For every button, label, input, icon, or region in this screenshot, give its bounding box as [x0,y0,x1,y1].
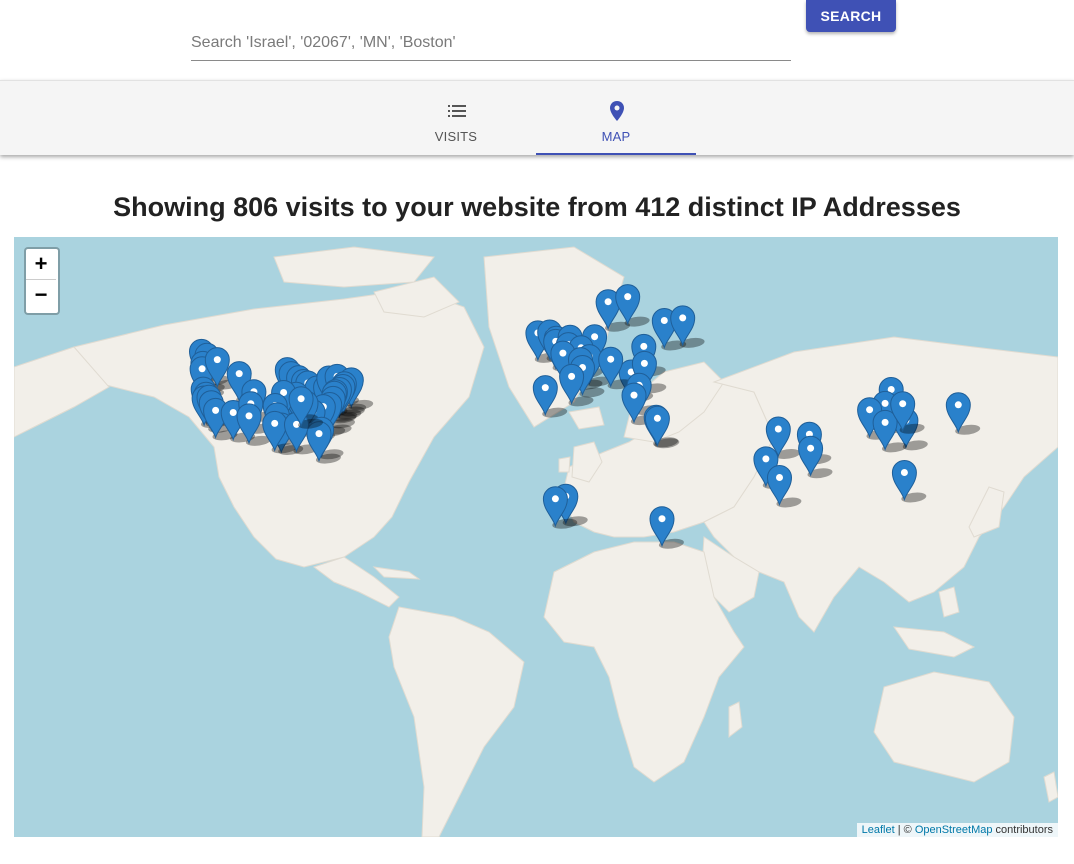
marker-dot [630,391,638,399]
leaflet-link[interactable]: Leaflet [862,824,895,836]
attribution-suffix: contributors [992,824,1053,836]
marker-dot [212,406,220,414]
marker-dot [604,298,612,306]
tab-visits-label: VISITS [434,129,478,144]
tab-bar: VISITS MAP [0,80,1074,155]
map-tiles [14,246,1058,837]
marker-dot [807,444,815,452]
world-map[interactable]: + − Leaflet | © OpenStreetMap contributo… [14,237,1058,837]
marker-dot [198,365,206,373]
zoom-out-button[interactable]: − [26,280,56,310]
marker-dot [881,399,889,407]
marker-dot [541,384,549,392]
marker-dot [607,355,615,363]
marker-dot [762,455,770,463]
marker-dot [679,314,687,322]
osm-link[interactable]: OpenStreetMap [915,824,993,836]
search-input[interactable] [191,32,787,54]
tab-visits[interactable]: VISITS [376,81,536,155]
marker-dot [229,409,237,416]
search-field [191,20,791,61]
marker-dot [315,430,323,438]
zoom-control: + − [24,247,60,315]
marker-dot [640,342,648,350]
marker-dot [774,425,782,433]
marker-dot [297,395,305,403]
list-icon [448,101,466,121]
marker-dot [776,474,783,481]
marker-dot [653,414,661,422]
marker-dot [866,406,874,414]
attribution-separator: | © [894,824,915,836]
marker-dot [271,419,279,427]
marker-dot [660,317,668,324]
marker-dot [235,370,243,378]
marker-dot [213,356,221,364]
active-tab-indicator [536,153,696,155]
marker-dot [640,359,648,367]
map-marker[interactable] [615,284,653,327]
marker-dot [624,293,632,301]
tab-map[interactable]: MAP [536,81,696,155]
marker-dot [551,495,559,503]
location-pin-icon [608,101,626,121]
zoom-in-button[interactable]: + [26,249,56,280]
marker-dot [899,400,907,408]
marker-dot [568,372,576,380]
search-button[interactable]: SEARCH [806,0,896,32]
marker-dot [900,469,908,476]
tab-map-label: MAP [601,129,631,144]
marker-dot [658,515,666,523]
marker-dot [591,333,599,341]
page-title: Showing 806 visits to your website from … [113,192,961,222]
map-attribution: Leaflet | © OpenStreetMap contributors [856,823,1058,837]
marker-dot [245,412,253,420]
marker-dot [559,349,567,357]
marker-dot [954,401,962,409]
marker-dot [881,418,889,426]
